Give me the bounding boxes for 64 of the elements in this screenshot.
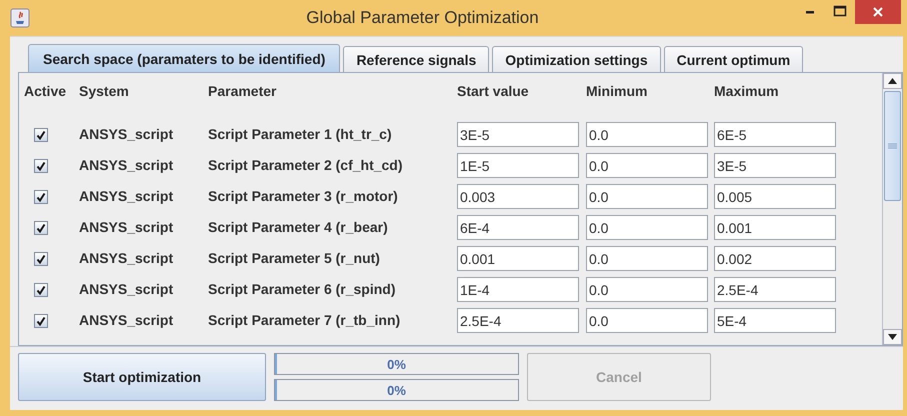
table-cell: ANSYS_script [79,280,174,296]
table-cell: Script Parameter 1 (ht_tr_c) [208,126,392,142]
scroll-down-icon[interactable] [888,334,897,340]
table-cell: Script Parameter 5 (r_nut) [208,250,380,266]
value-field[interactable]: 0.0 [586,122,708,147]
tab[interactable]: Search space (paramaters to be identified) [28,44,340,72]
value-field[interactable]: 0.001 [457,246,579,271]
tab[interactable]: Current optimum [664,46,804,72]
table-cell: Script Parameter 2 (cf_ht_cd) [208,156,403,172]
window-title: Global Parameter Optimization [305,8,540,28]
grip-icon [888,143,897,149]
column-header: Maximum [714,83,780,99]
progress-label: 0% [387,382,406,398]
table-cell: ANSYS_script [79,218,174,234]
table-cell: ANSYS_script [79,156,174,172]
progress-label: 0% [387,356,406,372]
value-field[interactable]: 0.001 [714,215,836,240]
column-header: Minimum [586,83,648,99]
active-checkbox[interactable] [34,282,48,296]
value-field[interactable]: 0.0 [586,308,708,333]
active-checkbox[interactable] [34,190,48,204]
value-field[interactable]: 0.005 [714,184,836,209]
value-field[interactable]: 0.0 [586,277,708,302]
table-cell: Script Parameter 4 (r_bear) [208,218,388,234]
value-field[interactable]: 2.5E-4 [457,308,579,333]
table-cell: ANSYS_script [79,250,174,266]
value-field[interactable]: 2.5E-4 [714,277,836,302]
value-field[interactable]: 0.002 [714,246,836,271]
value-field[interactable]: 3E-5 [714,153,836,178]
column-header: Parameter [208,83,278,99]
tab[interactable]: Optimization settings [492,46,661,72]
tab[interactable]: Reference signals [343,46,490,72]
table-cell: Script Parameter 6 (r_spind) [208,280,396,296]
maximize-icon[interactable] [833,5,847,17]
table-cell: ANSYS_script [79,312,174,328]
active-checkbox[interactable] [34,220,48,234]
column-header: Start value [457,83,530,99]
value-field[interactable]: 1E-5 [457,153,579,178]
value-field[interactable]: 5E-4 [714,308,836,333]
table-cell: ANSYS_script [79,126,174,142]
app-icon [10,8,30,28]
active-checkbox[interactable] [34,158,48,172]
active-checkbox[interactable] [34,252,48,266]
value-field[interactable]: 0.0 [586,153,708,178]
value-field[interactable]: 6E-5 [714,122,836,147]
table-cell: Script Parameter 7 (r_tb_inn) [208,312,400,328]
table-cell: ANSYS_script [79,188,174,204]
table-cell: Script Parameter 3 (r_motor) [208,188,398,204]
column-header: System [79,83,130,99]
start-optimization-button[interactable]: Start optimization [18,353,266,401]
value-field[interactable]: 1E-4 [457,277,579,302]
close-icon [872,6,884,18]
scroll-up-icon[interactable] [888,78,897,84]
column-header: Active [24,83,68,99]
value-field[interactable]: 0.0 [586,184,708,209]
value-field[interactable]: 0.0 [586,215,708,240]
value-field[interactable]: 3E-5 [457,122,579,147]
value-field[interactable]: 0.0 [586,246,708,271]
active-checkbox[interactable] [34,128,48,142]
active-checkbox[interactable] [34,314,48,328]
close-button[interactable] [855,0,901,24]
value-field[interactable]: 0.003 [457,184,579,209]
value-field[interactable]: 6E-4 [457,215,579,240]
scrollbar[interactable] [882,73,902,345]
